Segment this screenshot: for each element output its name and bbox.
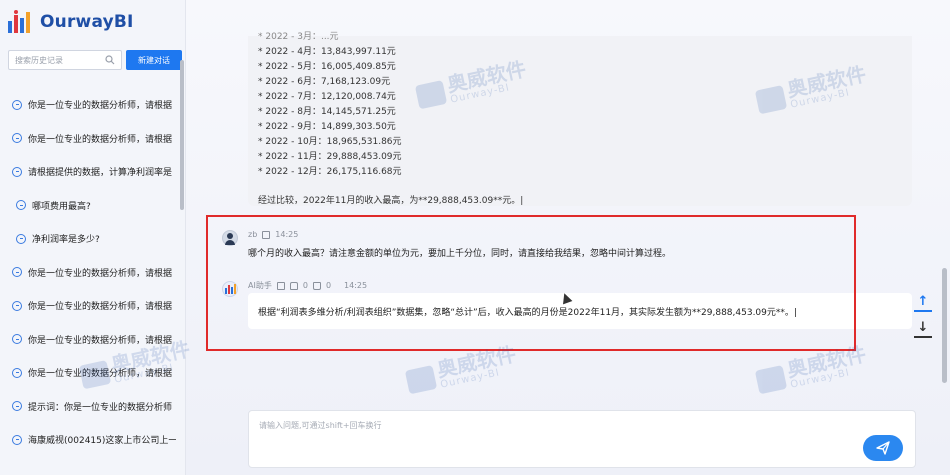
- send-icon: [876, 441, 890, 455]
- clock-icon: [12, 133, 22, 144]
- month-line: * 2022 - 10月：18,965,531.86元: [258, 137, 402, 147]
- clock-icon: [12, 401, 22, 412]
- watermark: 奥威软件Ourway-BI: [754, 342, 870, 398]
- history-item-label: 你是一位专业的数据分析师，请根据: [28, 268, 173, 279]
- history-item[interactable]: 你是一位专业的数据分析师，请根据: [0, 356, 180, 390]
- history-item[interactable]: 海康威视(002415)这家上市公司上一: [0, 423, 180, 457]
- history-item[interactable]: 净利润率是多少?: [0, 222, 180, 256]
- answer-conclusion: 经过比较，2022年11月的收入最高，为**29,888,453.09**元。|: [258, 196, 524, 206]
- history-item-label: 你是一位专业的数据分析师，请根据: [28, 335, 173, 346]
- watermark: 奥威软件Ourway-BI: [404, 342, 520, 398]
- clock-icon: [12, 334, 22, 345]
- input-placeholder: 请输入问题,可通过shift+回车换行: [259, 421, 382, 430]
- month-line: * 2022 - 12月：26,175,116.68元: [258, 167, 402, 177]
- sidebar-scrollbar[interactable]: [180, 60, 184, 210]
- history-item-label: 你是一位专业的数据分析师，请根据: [28, 101, 173, 112]
- watermark-en: Ourway-BI: [439, 367, 501, 391]
- clock-icon: [12, 267, 22, 278]
- history-item[interactable]: 哪项费用最高?: [0, 189, 180, 223]
- watermark-logo-icon: [404, 364, 438, 394]
- history-item-label: 请根据提供的数据，计算净利润率是: [28, 168, 173, 179]
- month-line: * 2022 - 6月：7,168,123.09元: [258, 77, 391, 87]
- history-list: 你是一位专业的数据分析师，请根据 你是一位专业的数据分析师，请根据 请根据提供的…: [0, 88, 180, 457]
- partial-line: * 2022 - 3月：...元: [258, 32, 339, 42]
- history-item-label: 哪项费用最高?: [32, 201, 91, 212]
- clock-icon: [12, 166, 22, 177]
- history-item[interactable]: 你是一位专业的数据分析师，请根据: [0, 323, 180, 357]
- app-name: OurwayBI: [40, 12, 134, 32]
- clock-icon: [16, 233, 26, 244]
- history-item-label: 净利润率是多少?: [32, 235, 100, 246]
- history-item-label: 你是一位专业的数据分析师，请根据: [28, 302, 173, 313]
- clock-icon: [12, 99, 22, 110]
- question-input[interactable]: 请输入问题,可通过shift+回车换行: [248, 410, 916, 468]
- chat-main: * 2022 - 3月：...元 * 2022 - 4月：13,843,997.…: [186, 0, 950, 475]
- month-line: * 2022 - 7月：12,120,008.74元: [258, 92, 396, 102]
- clock-icon: [12, 300, 22, 311]
- logo-mark-icon: [8, 10, 30, 33]
- history-item[interactable]: 你是一位专业的数据分析师，请根据: [0, 289, 180, 323]
- clock-icon: [16, 200, 26, 211]
- history-search-row: 搜索历史记录 新建对话: [8, 50, 182, 70]
- history-item[interactable]: 你是一位专业的数据分析师，请根据: [0, 256, 180, 290]
- history-item-label: 你是一位专业的数据分析师，请根据: [28, 369, 173, 380]
- sidebar: OurwayBI 搜索历史记录 新建对话 你是一位专业的数据分析师，请根据 你是…: [0, 0, 186, 475]
- history-item[interactable]: 请根据提供的数据，计算净利润率是: [0, 155, 180, 189]
- scroll-bottom-arrow-icon[interactable]: ↓: [914, 318, 932, 338]
- history-item[interactable]: 你是一位专业的数据分析师，请根据: [0, 122, 180, 156]
- new-chat-button[interactable]: 新建对话: [126, 50, 182, 70]
- month-line: * 2022 - 8月：14,145,571.25元: [258, 107, 396, 117]
- search-icon[interactable]: [105, 55, 115, 65]
- app-logo[interactable]: OurwayBI: [6, 8, 134, 36]
- clock-icon: [12, 434, 22, 445]
- history-item[interactable]: 你是一位专业的数据分析师，请根据: [0, 88, 180, 122]
- watermark-en: Ourway-BI: [789, 367, 851, 391]
- month-line: * 2022 - 11月：29,888,453.09元: [258, 152, 402, 162]
- month-line: * 2022 - 4月：13,843,997.11元: [258, 47, 396, 57]
- scroll-top-arrow-icon[interactable]: ↑: [914, 292, 932, 312]
- history-item[interactable]: 提示词：你是一位专业的数据分析师: [0, 390, 180, 424]
- history-item-label: 你是一位专业的数据分析师，请根据: [28, 134, 173, 145]
- history-search-input[interactable]: 搜索历史记录: [8, 50, 122, 70]
- clock-icon: [12, 367, 22, 378]
- history-item-label: 海康威视(002415)这家上市公司上一: [28, 436, 176, 447]
- month-line: * 2022 - 9月：14,899,303.50元: [258, 122, 396, 132]
- search-placeholder: 搜索历史记录: [15, 55, 63, 65]
- ai-previous-answer: * 2022 - 3月：...元 * 2022 - 4月：13,843,997.…: [248, 32, 912, 206]
- main-scrollbar[interactable]: [942, 268, 947, 383]
- scroll-controls: ↑ ↓: [914, 292, 932, 340]
- highlight-box: [206, 215, 856, 351]
- send-button[interactable]: [863, 435, 903, 461]
- watermark-logo-icon: [754, 364, 788, 394]
- history-item-label: 提示词：你是一位专业的数据分析师: [28, 402, 173, 413]
- month-line: * 2022 - 5月：16,005,409.85元: [258, 62, 396, 72]
